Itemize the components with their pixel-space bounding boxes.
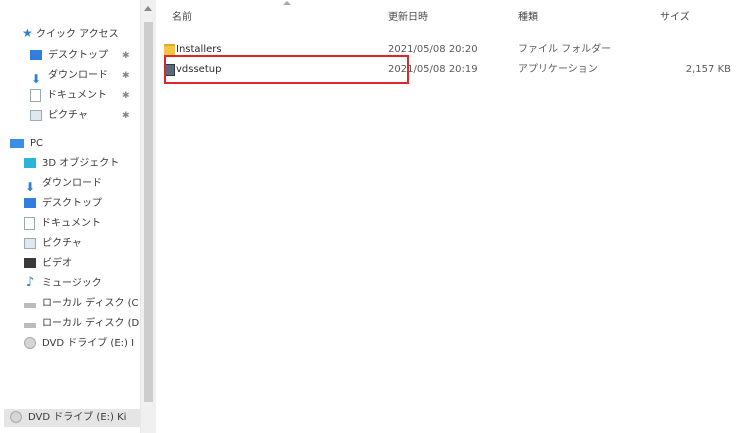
pictures-icon (24, 237, 36, 249)
dvd-disc-icon (10, 411, 22, 423)
sidebar-item-dvd-drive[interactable]: DVD ドライブ (E:) I (24, 335, 144, 353)
file-size: 2,157 KB (685, 64, 731, 75)
column-header-name[interactable]: 名前 (172, 8, 192, 28)
sidebar-scrollbar[interactable] (140, 0, 156, 433)
column-header-label: サイズ (660, 12, 690, 23)
sidebar-item-pc-documents[interactable]: ドキュメント (24, 215, 144, 233)
sidebar-item-pc[interactable]: PC (10, 135, 130, 153)
computer-icon (10, 138, 24, 148)
sidebar-item-label: デスクトップ (48, 50, 108, 61)
desktop-icon (30, 50, 42, 60)
column-header-type[interactable]: 種類 (518, 8, 538, 28)
sidebar-item-label: DVD ドライブ (E:) Ki (28, 412, 127, 423)
highlight-box (164, 55, 409, 84)
sidebar-item-videos[interactable]: ビデオ (24, 255, 144, 273)
document-icon (24, 216, 35, 230)
sort-ascending-icon (283, 1, 291, 5)
download-arrow-icon: ⬇ (24, 180, 36, 193)
pictures-icon (30, 109, 42, 121)
sidebar-item-documents[interactable]: ドキュメント ✱ (30, 87, 150, 105)
sidebar-item-dvd-drive-selected[interactable]: DVD ドライブ (E:) Ki (4, 409, 146, 427)
sidebar-item-downloads[interactable]: ⬇ ダウンロード ✱ (30, 67, 150, 85)
scrollbar-thumb[interactable] (144, 22, 153, 402)
sidebar-item-label: ドキュメント (41, 218, 101, 229)
file-type: ファイル フォルダー (518, 44, 612, 55)
drive-icon (24, 322, 36, 328)
sidebar-item-pc-desktop[interactable]: デスクトップ (24, 195, 144, 213)
sidebar-item-pc-downloads[interactable]: ⬇ ダウンロード (24, 175, 144, 193)
sidebar-item-label: ピクチャ (42, 238, 82, 249)
sidebar-item-label: ダウンロード (42, 178, 102, 189)
sidebar-item-label: DVD ドライブ (E:) I (42, 338, 135, 349)
sidebar-item-label: ビデオ (42, 258, 72, 269)
navigation-pane: ★ クイック アクセス デスクトップ ✱ ⬇ ダウンロード ✱ ドキュメント ✱ … (0, 0, 156, 433)
scroll-up-arrow-icon[interactable] (144, 6, 152, 11)
pin-icon: ✱ (122, 71, 130, 81)
sidebar-item-pictures[interactable]: ピクチャ ✱ (30, 107, 150, 125)
video-icon (24, 258, 36, 268)
sidebar-item-label: ダウンロード (48, 70, 108, 81)
download-arrow-icon: ⬇ (30, 72, 42, 85)
music-note-icon: ♪ (25, 275, 35, 290)
sidebar-item-label: ミュージック (42, 278, 102, 289)
sidebar-item-label: ドキュメント (47, 90, 107, 101)
sidebar-item-quick-access[interactable]: ★ クイック アクセス (22, 24, 142, 42)
sidebar-item-local-disk-d[interactable]: ローカル ディスク (D (24, 315, 144, 333)
drive-icon (24, 302, 36, 308)
pin-icon: ✱ (122, 111, 130, 121)
sidebar-item-pc-pictures[interactable]: ピクチャ (24, 235, 144, 253)
column-header-label: 種類 (518, 12, 538, 23)
document-icon (30, 88, 41, 102)
sidebar-item-label: クイック アクセス (35, 29, 119, 40)
star-icon: ★ (22, 26, 33, 40)
sidebar-item-desktop[interactable]: デスクトップ ✱ (30, 47, 150, 65)
sidebar-item-label: デスクトップ (42, 198, 102, 209)
column-header-label: 更新日時 (388, 12, 428, 23)
explorer-window: ★ クイック アクセス デスクトップ ✱ ⬇ ダウンロード ✱ ドキュメント ✱ … (0, 0, 736, 433)
sidebar-item-label: PC (30, 138, 44, 149)
3d-objects-icon (24, 158, 36, 168)
pin-icon: ✱ (122, 51, 130, 61)
sidebar-item-label: ローカル ディスク (C (42, 298, 139, 309)
desktop-icon (24, 198, 36, 208)
column-header-size[interactable]: サイズ (660, 8, 690, 28)
column-header-date[interactable]: 更新日時 (388, 8, 428, 28)
sidebar-item-label: 3D オブジェクト (42, 158, 120, 169)
sidebar-item-label: ローカル ディスク (D (42, 318, 140, 329)
file-type: アプリケーション (518, 64, 598, 75)
dvd-disc-icon (24, 337, 36, 349)
sidebar-item-label: ピクチャ (48, 110, 88, 121)
column-header-label: 名前 (172, 12, 192, 23)
sidebar-item-music[interactable]: ♪ ミュージック (24, 275, 144, 293)
pin-icon: ✱ (122, 91, 130, 101)
sidebar-item-local-disk-c[interactable]: ローカル ディスク (C (24, 295, 144, 313)
sidebar-item-3d-objects[interactable]: 3D オブジェクト (24, 155, 144, 173)
